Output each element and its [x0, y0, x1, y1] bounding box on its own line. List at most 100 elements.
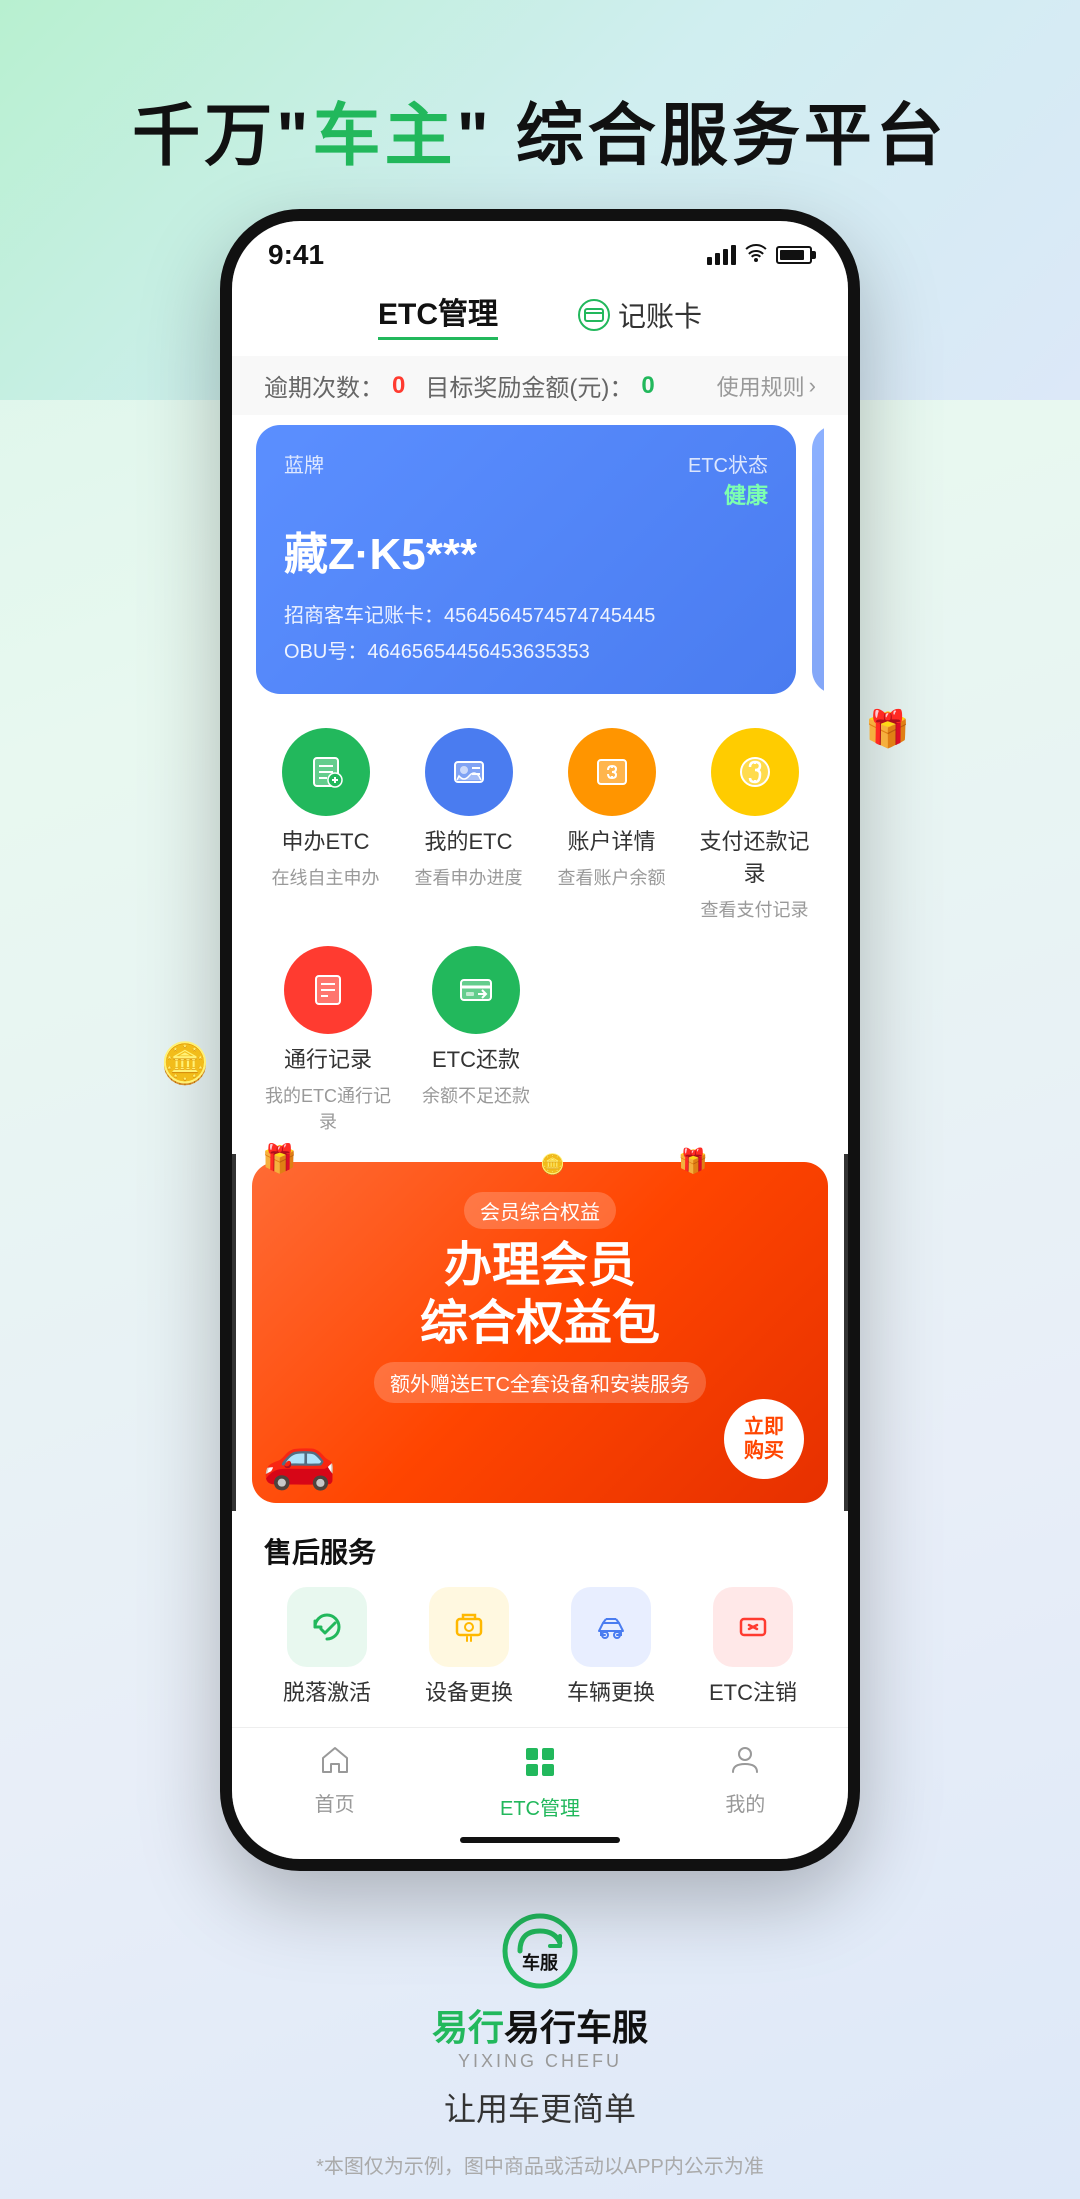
promo-title-line2: 综合权益包: [276, 1295, 804, 1353]
device-replace-label: 设备更换: [425, 1675, 513, 1707]
wifi-icon: [744, 242, 768, 268]
as-device-replace[interactable]: 设备更换: [406, 1587, 532, 1707]
coins-decoration: 🪙: [160, 1040, 210, 1491]
signal-icon: [707, 245, 736, 265]
payment-record-label: 支付还款记录: [693, 824, 816, 888]
overdue-stat: 逾期次数： 0: [264, 368, 405, 403]
brand-name-en: YIXING CHEFU: [458, 2051, 622, 2072]
traffic-record-label: 通行记录: [284, 1042, 372, 1074]
stats-bar: 逾期次数： 0 目标奖励金额(元)： 0 使用规则 ›: [232, 356, 848, 415]
battery-icon: [776, 246, 812, 264]
promo-decoration-right: 🎁: [678, 1147, 708, 1176]
as-reactivate[interactable]: 脱落激活: [264, 1587, 390, 1707]
brand-name: 易行易行车服: [432, 1999, 648, 2051]
disclaimer: *本图仅为示例，图中商品或活动以APP内公示为准: [316, 2150, 764, 2179]
traffic-record-sublabel: 我的ETC通行记录: [264, 1082, 392, 1134]
payment-record-sublabel: 查看支付记录: [701, 896, 809, 922]
my-etc-sublabel: 查看申办进度: [415, 864, 523, 890]
promo-tag: 会员综合权益: [464, 1192, 616, 1229]
phone-frame: 9:41 ETC管理: [220, 209, 860, 1871]
status-time: 9:41: [268, 239, 324, 271]
nav-home[interactable]: 首页: [232, 1744, 437, 1821]
nav-etc-manage[interactable]: ETC管理: [437, 1744, 642, 1821]
nav-mine[interactable]: 我的: [643, 1744, 848, 1821]
etc-repay-icon: [432, 946, 520, 1034]
functions-grid: 申办ETC 在线自主申办 我的ETC 查看申办进度: [232, 704, 848, 946]
account-detail-icon: [568, 728, 656, 816]
status-bar: 9:41: [232, 221, 848, 279]
phone-mockup: 🪙 🎁 9:41: [220, 209, 860, 1871]
car-replace-icon: [571, 1587, 651, 1667]
bottom-section: 车服 易行易行车服 YIXING CHEFU 让用车更简单 *本图仅为示例，图中…: [316, 1871, 764, 2199]
account-detail-sublabel: 查看账户余额: [558, 864, 666, 890]
etc-manage-nav-icon: [522, 1744, 558, 1788]
card-badge: 蓝牌: [284, 449, 324, 478]
func-traffic-record[interactable]: 通行记录 我的ETC通行记录: [264, 946, 392, 1134]
after-sales-section: 售后服务 脱落激活: [232, 1511, 848, 1727]
etc-repay-sublabel: 余额不足还款: [422, 1082, 530, 1108]
mine-nav-label: 我的: [725, 1788, 765, 1817]
home-nav-icon: [319, 1744, 351, 1784]
cards-scroll: 蓝牌 ETC状态 健康 藏Z·K5*** 招商客车记账卡：45645645745…: [256, 425, 824, 694]
my-etc-label: 我的ETC: [424, 824, 512, 856]
overdue-value: 0: [392, 372, 405, 400]
hero-title: 千万"车主" 综合服务平台: [132, 80, 947, 179]
promo-decoration-left: 🎁: [262, 1142, 297, 1175]
card-header: 蓝牌 ETC状态 健康: [284, 449, 768, 510]
car-replace-label: 车辆更换: [567, 1675, 655, 1707]
func-account-detail[interactable]: 账户详情 查看账户余额: [550, 728, 673, 922]
func-payment-record[interactable]: 支付还款记录 查看支付记录: [693, 728, 816, 922]
svg-text:车服: 车服: [522, 1952, 559, 1973]
account-detail-label: 账户详情: [567, 824, 655, 856]
as-etc-cancel[interactable]: ETC注销: [690, 1587, 816, 1707]
etc-cancel-icon: [713, 1587, 793, 1667]
mine-nav-icon: [729, 1744, 761, 1784]
etc-repay-label: ETC还款: [432, 1042, 520, 1074]
header-account[interactable]: 记账卡: [578, 295, 702, 335]
tab-etc-manage[interactable]: ETC管理: [378, 289, 498, 340]
etc-card-1[interactable]: 蓝牌 ETC状态 健康 藏Z·K5*** 招商客车记账卡：45645645745…: [256, 425, 796, 694]
card-plate: 藏Z·K5***: [284, 518, 768, 582]
after-sales-title: 售后服务: [264, 1531, 816, 1571]
brand-icon: 车服: [500, 1911, 580, 1991]
card-info: 招商客车记账卡：4564564574574745445 OBU号：4646565…: [284, 598, 768, 670]
functions-row2: 通行记录 我的ETC通行记录 ETC还款 余额不足还款: [232, 946, 848, 1154]
promo-cta-label: 立即购买: [744, 1415, 784, 1463]
etc-cancel-label: ETC注销: [709, 1675, 797, 1707]
promo-title-line1: 办理会员: [276, 1237, 804, 1295]
promo-banner[interactable]: 🎁 🎁 🪙 会员综合权益 办理会员 综合权益包 额外赠送ETC全套设备和安装服务…: [232, 1162, 848, 1503]
home-nav-label: 首页: [315, 1788, 355, 1817]
home-bar: [460, 1837, 620, 1843]
promo-inner: 🎁 🎁 🪙 会员综合权益 办理会员 综合权益包 额外赠送ETC全套设备和安装服务…: [252, 1162, 828, 1503]
promo-coin-1: 🪙: [540, 1152, 565, 1177]
usage-rule-link[interactable]: 使用规则 ›: [717, 370, 816, 402]
traffic-record-icon: [284, 946, 372, 1034]
apply-etc-icon: [282, 728, 370, 816]
home-indicator: [232, 1829, 848, 1859]
card-status-value: 健康: [724, 478, 768, 510]
promo-note: 额外赠送ETC全套设备和安装服务: [374, 1362, 706, 1403]
tab-account[interactable]: 记账卡: [618, 295, 702, 335]
apply-etc-label: 申办ETC: [281, 824, 369, 856]
reward-value: 0: [641, 372, 654, 400]
func-apply-etc[interactable]: 申办ETC 在线自主申办: [264, 728, 387, 922]
etc-card-2-partial[interactable]: 蓝牌 渝K: [812, 425, 824, 694]
etc-manage-nav-label: ETC管理: [500, 1792, 580, 1821]
brand-logo: 车服 易行易行车服 YIXING CHEFU: [432, 1911, 648, 2072]
app-header: ETC管理 记账卡: [232, 279, 848, 356]
payment-record-icon: [711, 728, 799, 816]
reactivate-icon: [287, 1587, 367, 1667]
reactivate-label: 脱落激活: [283, 1675, 371, 1707]
cards-section: 蓝牌 ETC状态 健康 藏Z·K5*** 招商客车记账卡：45645645745…: [232, 415, 848, 704]
account-card-icon: [578, 299, 610, 331]
card-account: 招商客车记账卡：4564564574574745445: [284, 598, 768, 634]
as-car-replace[interactable]: 车辆更换: [548, 1587, 674, 1707]
device-replace-icon: [429, 1587, 509, 1667]
func-my-etc[interactable]: 我的ETC 查看申办进度: [407, 728, 530, 922]
reward-stat: 目标奖励金额(元)： 0: [425, 368, 654, 403]
promo-car-decoration: 🚗: [262, 1422, 337, 1493]
func-etc-repay[interactable]: ETC还款 余额不足还款: [412, 946, 540, 1134]
promo-cta-button[interactable]: 立即购买: [724, 1399, 804, 1479]
after-sales-grid: 脱落激活 设备更换: [264, 1587, 816, 1707]
apply-etc-sublabel: 在线自主申办: [272, 864, 380, 890]
